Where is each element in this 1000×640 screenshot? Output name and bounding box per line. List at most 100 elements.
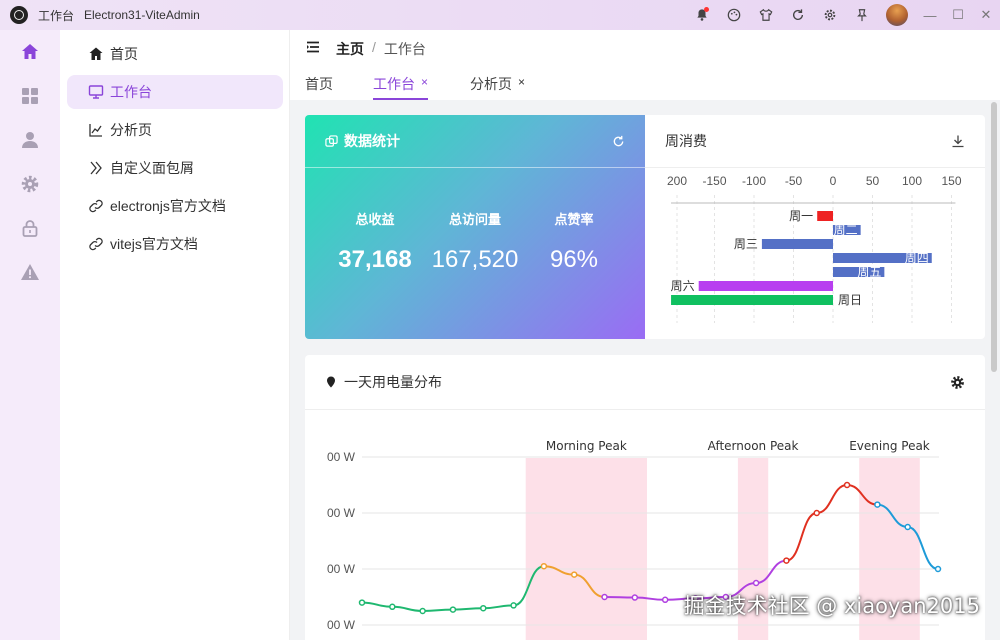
close-icon[interactable]: ✕ — [972, 0, 1000, 30]
bar-2 — [761, 239, 833, 249]
maximize-icon[interactable]: ☐ — [944, 0, 972, 30]
link-icon — [89, 199, 103, 213]
data-point — [874, 501, 881, 508]
tab-bar: 首页 工作台 × 分析页 × — [305, 74, 525, 100]
data-point — [449, 606, 457, 613]
rail-user-icon[interactable] — [0, 118, 60, 162]
x-tick-label: 150 — [941, 174, 961, 188]
data-point — [904, 523, 911, 531]
refresh-icon[interactable] — [612, 135, 625, 148]
data-point — [510, 602, 517, 609]
bar-6 — [671, 295, 833, 305]
x-tick-label: 50 — [866, 174, 880, 188]
data-point — [783, 557, 790, 564]
breadcrumb-current: 工作台 — [383, 41, 426, 57]
settings-icon[interactable] — [814, 0, 846, 30]
x-tick-label: 100 — [902, 174, 922, 188]
main-content: 数据统计 总收益 37,168 总访问量 167,520 点赞率 96% 周消费… — [290, 100, 1000, 640]
sidebar-item-breadcrumb[interactable]: 自定义面包屑 — [67, 151, 283, 185]
stat-like-rate: 点赞率 96% — [541, 209, 607, 274]
sidebar-item-workbench[interactable]: 工作台 — [67, 75, 283, 109]
tab-label: 首页 — [305, 76, 333, 92]
sidebar-item-label: 分析页 — [110, 122, 152, 138]
sidebar-item-label: vitejs官方文档 — [110, 236, 198, 252]
rail-warning-icon[interactable] — [0, 250, 60, 294]
stat-total-revenue: 总收益 37,168 — [331, 209, 419, 274]
stat-label: 点赞率 — [554, 212, 594, 227]
x-tick-label: -150 — [702, 174, 726, 188]
breadcrumb-separator: / — [372, 39, 376, 55]
y-tick-label: 00 W — [327, 562, 356, 576]
copy-icon — [325, 134, 338, 147]
data-point — [843, 481, 851, 489]
rail-home-icon[interactable] — [0, 30, 60, 74]
tab-workbench[interactable]: 工作台 × — [373, 74, 429, 100]
tab-label: 工作台 — [373, 76, 415, 92]
peak-area — [525, 458, 647, 640]
tab-close-icon[interactable]: × — [518, 75, 525, 89]
sidebar-item-label: electronjs官方文档 — [110, 198, 226, 214]
bar-label: 周日 — [838, 293, 862, 307]
refresh-icon[interactable] — [782, 0, 814, 30]
x-tick-label: 0 — [830, 174, 837, 188]
breadcrumb: 主页 / 工作台 — [336, 39, 426, 59]
y-tick-label: 00 W — [327, 506, 356, 520]
peak-label: Evening Peak — [849, 439, 930, 453]
x-tick-label: 200 — [667, 174, 687, 188]
sidebar-item-label: 自定义面包屑 — [110, 160, 194, 176]
icon-rail — [0, 30, 60, 640]
bar-label: 周六 — [671, 279, 695, 293]
sidebar-item-home[interactable]: 首页 — [67, 37, 283, 71]
palette-icon[interactable] — [718, 0, 750, 30]
peak-label: Afternoon Peak — [708, 439, 799, 453]
data-point — [389, 603, 396, 611]
app-logo-icon — [10, 6, 28, 24]
bar-0 — [817, 211, 833, 221]
sidebar-item-electron-docs[interactable]: electronjs官方文档 — [67, 189, 283, 223]
stat-label: 总收益 — [355, 212, 395, 227]
data-point — [661, 596, 669, 604]
data-point — [752, 579, 760, 587]
rail-gear-icon[interactable] — [0, 162, 60, 206]
sidebar-item-label: 首页 — [110, 46, 138, 62]
tab-close-icon[interactable]: × — [421, 75, 428, 89]
power-card-header: 一天用电量分布 — [305, 355, 985, 410]
y-tick-label: 00 W — [327, 618, 356, 632]
minimize-icon[interactable]: — — [916, 0, 944, 30]
stat-value: 37,168 — [338, 246, 412, 273]
weekly-consumption-card: 周消费 200 -150 -100 -50 0 50 100 150 周一 周二 周三 周四 周五 周六周… — [645, 115, 985, 339]
stat-total-visits: 总访问量 167,520 — [427, 209, 523, 274]
gear-icon[interactable] — [950, 375, 965, 390]
user-avatar[interactable] — [886, 4, 908, 26]
breadcrumb-home[interactable]: 主页 — [336, 39, 364, 59]
tab-analysis[interactable]: 分析页 × — [470, 74, 525, 100]
double-chevron-icon — [90, 161, 102, 175]
data-point — [358, 599, 366, 606]
menu-toggle-icon[interactable] — [306, 40, 320, 54]
title-bar: 工作台 Electron31-ViteAdmin — ☐ ✕ — [0, 0, 1000, 30]
location-pin-icon — [327, 376, 335, 388]
tab-home[interactable]: 首页 — [305, 74, 333, 100]
bar-label: 周三 — [734, 237, 758, 251]
content-scrollbar[interactable] — [991, 102, 997, 372]
sidebar-item-analysis[interactable]: 分析页 — [67, 113, 283, 147]
rail-lock-icon[interactable] — [0, 206, 60, 250]
pin-icon[interactable] — [846, 0, 878, 30]
sidebar-menu: 首页 工作台 分析页 自定义面包屑 electronjs官方文档 vitejs官… — [60, 30, 290, 640]
sidebar-item-vite-docs[interactable]: vitejs官方文档 — [67, 227, 283, 261]
tshirt-icon[interactable] — [750, 0, 782, 30]
bell-icon[interactable] — [686, 0, 718, 30]
window-tab-title: 工作台 — [38, 8, 75, 23]
x-tick-label: -50 — [785, 174, 803, 188]
stat-value: 96% — [549, 246, 599, 273]
download-icon[interactable] — [951, 134, 965, 148]
data-point — [934, 565, 942, 573]
stats-card-title: 数据统计 — [344, 133, 400, 149]
rail-apps-icon[interactable] — [0, 74, 60, 118]
data-point — [419, 607, 426, 615]
chart-line-icon — [89, 124, 102, 137]
stats-card: 数据统计 总收益 37,168 总访问量 167,520 点赞率 96% — [305, 115, 645, 339]
peak-label: Morning Peak — [546, 439, 627, 453]
page-header: 主页 / 工作台 首页 工作台 × 分析页 × — [290, 30, 1000, 100]
stat-label: 总访问量 — [448, 212, 501, 227]
